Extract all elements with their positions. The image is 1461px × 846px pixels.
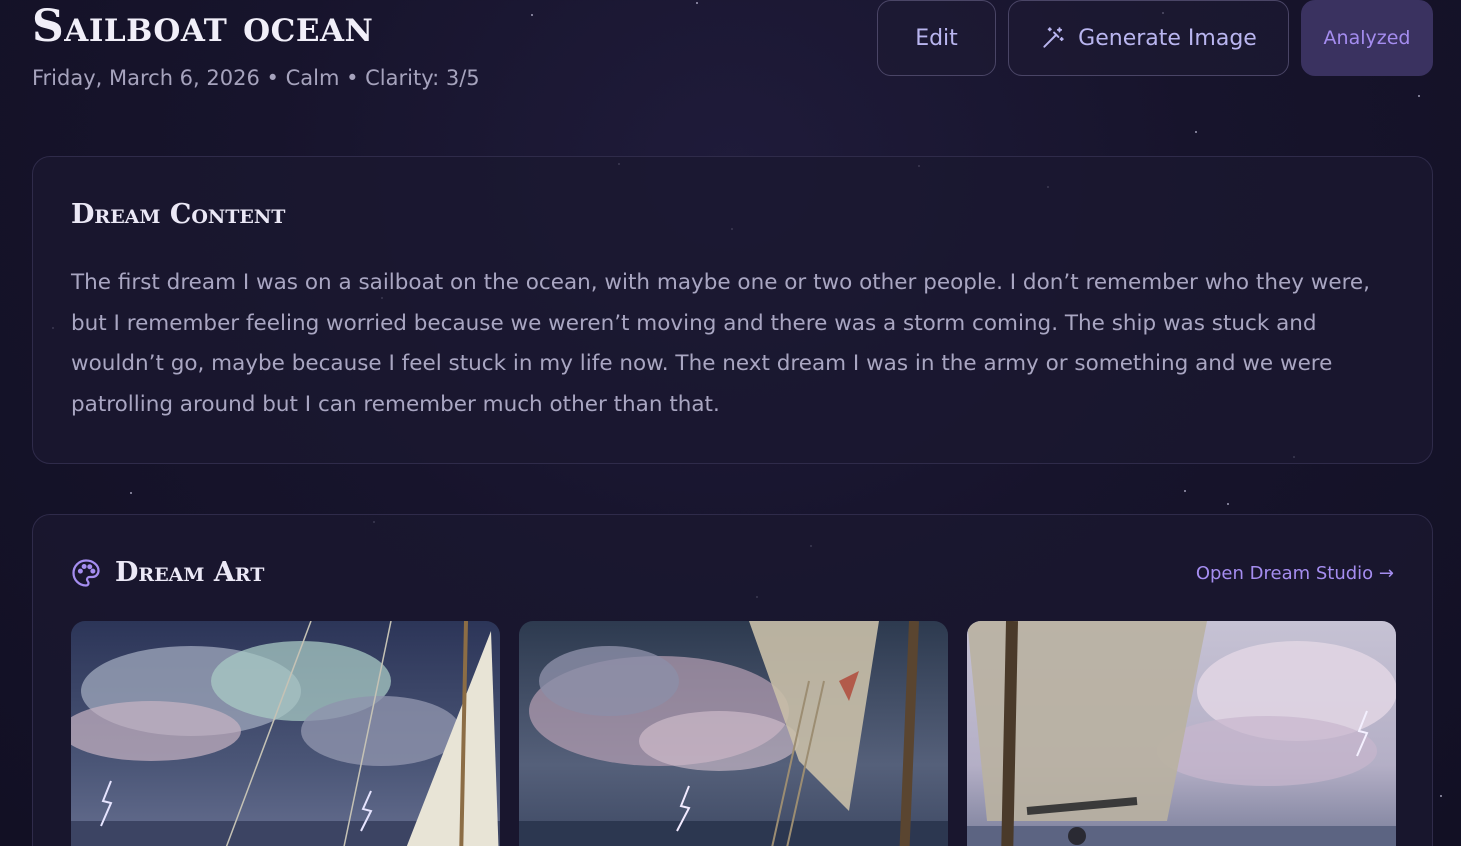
open-dream-studio-link[interactable]: Open Dream Studio → bbox=[1196, 563, 1394, 584]
dream-art-image-3[interactable] bbox=[967, 621, 1396, 846]
analyzed-status-label: Analyzed bbox=[1323, 27, 1411, 49]
dream-art-image-1[interactable] bbox=[71, 621, 500, 846]
edit-button[interactable]: Edit bbox=[877, 0, 996, 76]
edit-button-label: Edit bbox=[915, 25, 958, 51]
dream-content-heading: Dream Content bbox=[71, 199, 286, 230]
dream-header: Sailboat ocean Friday, March 6, 2026 • C… bbox=[32, 0, 480, 90]
generate-image-button[interactable]: Generate Image bbox=[1008, 0, 1289, 76]
magic-wand-icon bbox=[1040, 25, 1066, 51]
dream-content-card: Dream Content The first dream I was on a… bbox=[32, 156, 1433, 464]
action-bar: Edit Generate Image Analyzed bbox=[877, 0, 1433, 76]
page-title: Sailboat ocean bbox=[32, 1, 374, 52]
dream-content-text: The first dream I was on a sailboat on t… bbox=[71, 270, 1370, 417]
dream-art-header: Dream Art Open Dream Studio → bbox=[71, 553, 1394, 593]
dream-meta: Friday, March 6, 2026 • Calm • Clarity: … bbox=[32, 66, 480, 90]
dream-art-heading: Dream Art bbox=[115, 557, 265, 588]
dream-art-gallery bbox=[71, 621, 1396, 846]
generate-image-label: Generate Image bbox=[1078, 25, 1257, 51]
dream-art-card: Dream Art Open Dream Studio → bbox=[32, 514, 1433, 846]
analyzed-status-button[interactable]: Analyzed bbox=[1301, 0, 1433, 76]
dream-art-image-2[interactable] bbox=[519, 621, 948, 846]
dream-art-title-group: Dream Art bbox=[71, 553, 264, 593]
palette-icon bbox=[71, 558, 101, 588]
